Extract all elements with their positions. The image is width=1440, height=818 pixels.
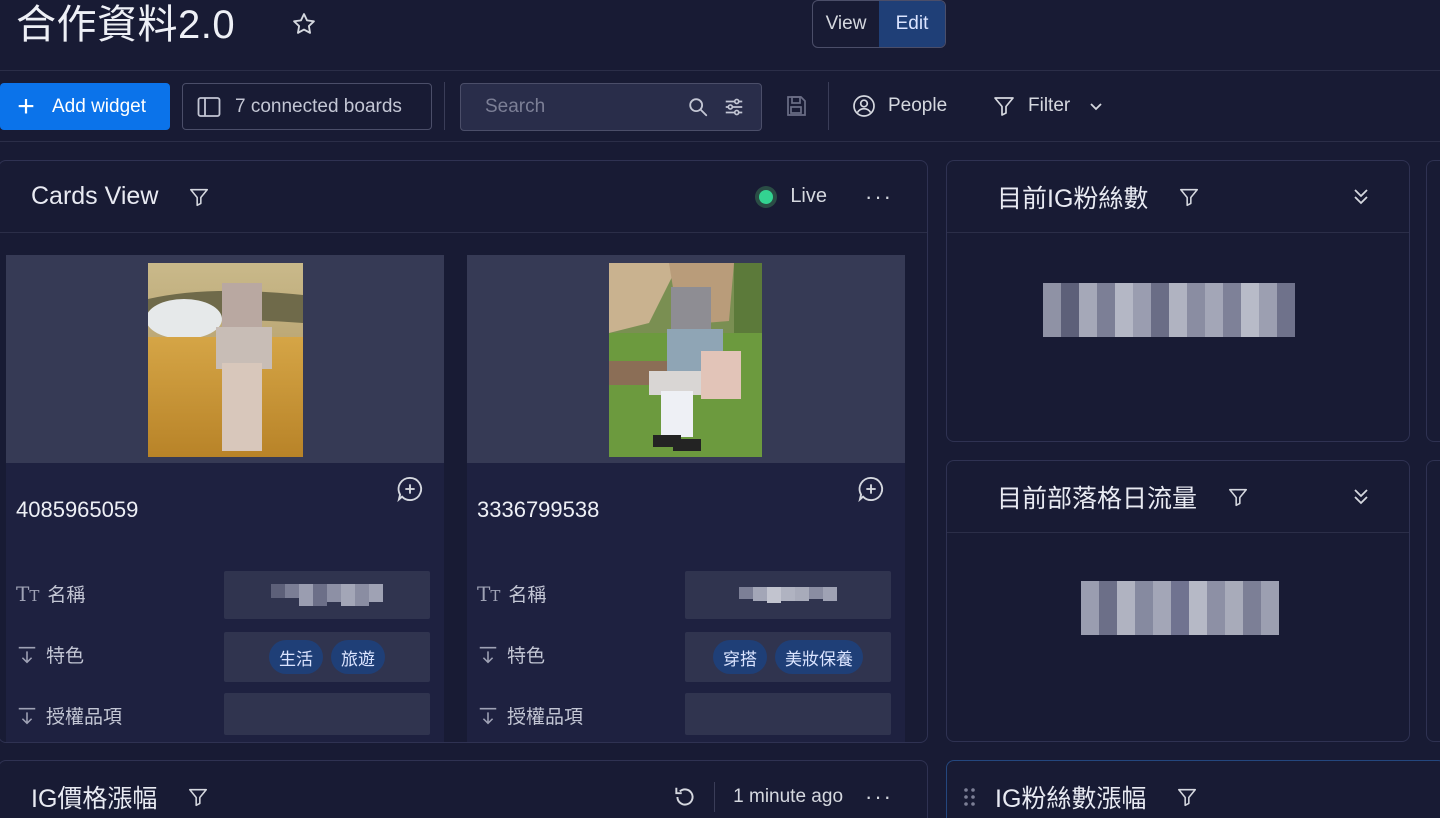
widget-header: 目前部落格日流量 <box>947 461 1409 533</box>
tag-badge: 美妝保養 <box>775 640 863 674</box>
add-update-icon[interactable] <box>396 475 424 508</box>
blurred-text <box>739 587 837 603</box>
view-edit-toggle: View Edit <box>812 0 946 48</box>
number-widget-ig-followers: 目前IG粉絲數 <box>946 160 1410 442</box>
field-name-text: 名稱 <box>47 585 86 606</box>
widget-header: 目前IG粉絲數 <box>947 161 1409 233</box>
widget-filter-icon[interactable] <box>1178 186 1200 208</box>
card-item-id: 4085965059 <box>16 497 139 522</box>
field-label-license: 授權品項 <box>16 702 122 729</box>
person-icon <box>852 94 876 118</box>
more-options-icon[interactable]: ··· <box>865 184 893 210</box>
field-value-feature[interactable]: 生活 旅遊 <box>224 632 430 682</box>
ig-followers-growth-widget: IG粉絲數漲幅 <box>946 760 1440 818</box>
field-value-feature[interactable]: 穿搭 美妝保養 <box>685 632 891 682</box>
page-title: 合作資料2.0 <box>16 3 236 47</box>
widget-filter-icon[interactable] <box>188 186 210 208</box>
item-card[interactable]: 4085965059 TT 名稱 特色 生活 旅遊 授權品項 <box>6 255 444 742</box>
dropdown-column-icon <box>16 705 38 727</box>
tag-badge: 旅遊 <box>331 640 385 674</box>
dropdown-column-icon <box>16 644 38 666</box>
card-photo <box>148 263 303 457</box>
connected-boards-button[interactable]: 7 connected boards <box>182 83 432 130</box>
item-card[interactable]: 3336799538 TT 名稱 特色 穿搭 美妝保養 授權品項 <box>467 255 905 742</box>
people-label: People <box>888 95 948 116</box>
toolbar-divider-line <box>0 141 1440 142</box>
field-name-text: 名稱 <box>508 585 547 606</box>
blurred-number <box>1081 581 1279 635</box>
add-widget-button[interactable]: + Add widget <box>0 83 170 130</box>
field-feature-text: 特色 <box>507 646 546 667</box>
widget-filter-icon[interactable] <box>1227 486 1249 508</box>
filter-icon <box>992 94 1016 118</box>
refresh-icon[interactable] <box>672 784 698 810</box>
widget-title: 目前部落格日流量 <box>997 484 1198 513</box>
field-label-feature: 特色 <box>477 641 545 668</box>
people-filter-button[interactable]: People <box>852 92 947 120</box>
favorite-star-icon[interactable] <box>290 10 318 38</box>
drag-handle-icon[interactable] <box>963 786 977 808</box>
blurred-text <box>271 584 383 606</box>
field-value-license[interactable] <box>224 693 430 735</box>
field-value-license[interactable] <box>685 693 891 735</box>
add-widget-label: Add widget <box>52 95 147 117</box>
field-value-name[interactable] <box>224 571 430 619</box>
live-status-dot-icon <box>754 185 778 209</box>
card-item-id: 3336799538 <box>477 497 600 522</box>
chevron-down-icon[interactable] <box>1088 98 1104 114</box>
text-type-icon: TT <box>16 581 40 606</box>
filter-label: Filter <box>1028 95 1071 116</box>
number-widget-blog-traffic: 目前部落格日流量 <box>946 460 1410 742</box>
toolbar-divider <box>444 82 445 130</box>
search-input[interactable]: Search <box>461 96 687 118</box>
widget-header: IG價格漲幅 1 minute ago ··· <box>0 761 927 818</box>
search-icon[interactable] <box>687 96 711 118</box>
filter-button[interactable]: Filter <box>992 92 1104 120</box>
header-divider <box>714 782 716 812</box>
tag-badge: 生活 <box>269 640 323 674</box>
toolbar-divider <box>828 82 829 130</box>
plus-icon: + <box>17 89 35 123</box>
widget-filter-icon[interactable] <box>1176 786 1198 808</box>
field-label-name: TT 名稱 <box>16 580 85 607</box>
widget-header: IG粉絲數漲幅 <box>947 761 1440 818</box>
widget-title: IG價格漲幅 <box>31 785 158 813</box>
live-status-label: Live <box>790 185 828 207</box>
search-options-icon[interactable] <box>723 96 747 118</box>
dropdown-column-icon <box>477 644 499 666</box>
collapse-chevrons-icon[interactable] <box>1351 187 1371 207</box>
widget-header: Cards View Live ··· <box>0 161 927 233</box>
search-box[interactable]: Search <box>460 83 762 131</box>
widget-title: 目前IG粉絲數 <box>997 184 1149 213</box>
board-panel-icon <box>183 96 235 118</box>
blurred-number <box>1043 283 1295 337</box>
connected-boards-label: 7 connected boards <box>235 95 402 117</box>
tag-badge: 穿搭 <box>713 640 767 674</box>
card-photo <box>609 263 762 457</box>
widget-filter-icon[interactable] <box>187 786 209 808</box>
last-updated-label: 1 minute ago <box>733 786 844 807</box>
header-divider <box>0 70 1440 71</box>
field-label-name: TT 名稱 <box>477 580 546 607</box>
field-feature-text: 特色 <box>46 646 85 667</box>
field-label-feature: 特色 <box>16 641 84 668</box>
text-type-icon: TT <box>477 581 501 606</box>
field-value-name[interactable] <box>685 571 891 619</box>
field-license-text: 授權品項 <box>507 707 584 728</box>
ig-price-widget: IG價格漲幅 1 minute ago ··· <box>0 760 928 818</box>
offscreen-widget <box>1426 160 1440 442</box>
offscreen-widget <box>1426 460 1440 742</box>
field-label-license: 授權品項 <box>477 702 583 729</box>
widget-title: Cards View <box>31 182 159 210</box>
save-icon[interactable] <box>784 94 808 123</box>
collapse-chevrons-icon[interactable] <box>1351 487 1371 507</box>
cards-view-widget: Cards View Live ··· 4085965059 TT 名稱 特色 … <box>0 160 928 743</box>
dropdown-column-icon <box>477 705 499 727</box>
edit-mode-button[interactable]: Edit <box>879 1 945 47</box>
widget-title: IG粉絲數漲幅 <box>995 785 1147 813</box>
add-update-icon[interactable] <box>857 475 885 508</box>
more-options-icon[interactable]: ··· <box>865 784 893 810</box>
field-license-text: 授權品項 <box>46 707 123 728</box>
view-mode-button[interactable]: View <box>813 1 879 47</box>
